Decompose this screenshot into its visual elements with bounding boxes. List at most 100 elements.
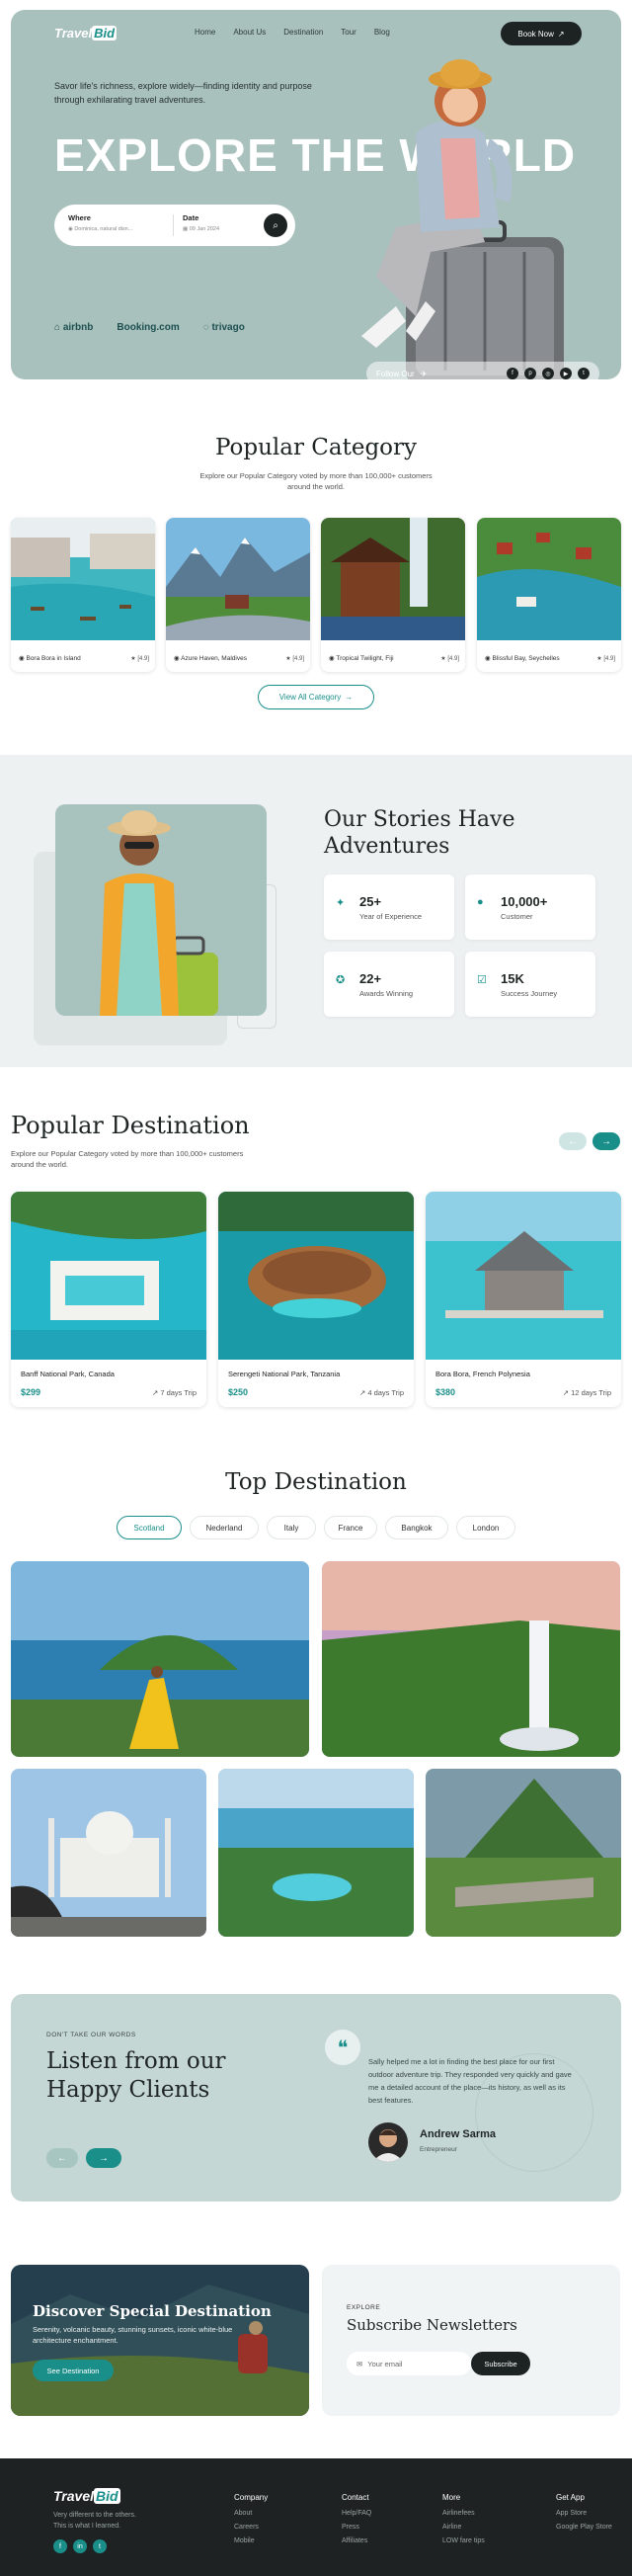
pinterest-icon[interactable]: p	[524, 368, 536, 379]
stat-value: 22+	[359, 971, 382, 986]
stat-label: Year of Experience	[359, 912, 423, 921]
destination-price: $250	[228, 1387, 249, 1397]
gallery-photo[interactable]	[11, 1561, 309, 1757]
nav-item-tour[interactable]: Tour	[341, 28, 356, 37]
see-destination-button[interactable]: See Destination	[33, 2360, 114, 2381]
footer-link[interactable]: App Store	[556, 2507, 612, 2521]
destination-days: ↗ 12 days Trip	[562, 1388, 611, 1397]
category-card[interactable]: ◉ Bora Bora in Island ★ [4.9]	[11, 518, 155, 672]
date-field[interactable]: Date ▦ 09 Jan 2024	[183, 213, 252, 232]
footer-link[interactable]: Affiliates	[342, 2534, 371, 2548]
gallery-photo[interactable]	[322, 1561, 620, 1757]
stat-label: Customer	[501, 912, 533, 921]
subscribe-button[interactable]: Subscribe	[471, 2352, 530, 2375]
gallery-photo[interactable]	[426, 1769, 621, 1937]
category-rating: ★ [4.9]	[285, 656, 304, 662]
main-nav: Home About Us Destination Tour Blog	[195, 28, 390, 37]
stat-value: 15K	[501, 971, 524, 986]
tab-italy[interactable]: Italy	[267, 1516, 316, 1539]
footer-link[interactable]: Mobile	[234, 2534, 268, 2548]
twitter-icon[interactable]: t	[93, 2539, 107, 2553]
email-input[interactable]: ✉ Your email	[347, 2352, 471, 2375]
hero-subtitle: Savor life's richness, explore widely—fi…	[54, 81, 312, 105]
next-button[interactable]: →	[592, 1132, 620, 1150]
stat-label: Awards Winning	[359, 989, 414, 998]
category-name: ◉ Azure Haven, Maldives	[174, 655, 247, 662]
clients-title: Listen from our Happy Clients	[46, 2048, 226, 2103]
twitter-icon[interactable]: t	[578, 368, 590, 379]
island-woman-photo	[11, 1561, 309, 1757]
star-icon: ★	[596, 656, 604, 662]
tab-france[interactable]: France	[324, 1516, 377, 1539]
prev-button[interactable]: ←	[559, 1132, 587, 1150]
next-testimonial-button[interactable]: →	[86, 2148, 121, 2168]
field-divider	[173, 214, 174, 236]
tab-scotland[interactable]: Scotland	[117, 1516, 182, 1539]
footer-heading: Get App	[556, 2493, 585, 2502]
category-image	[321, 518, 465, 640]
footer-link[interactable]: Google Play Store	[556, 2521, 612, 2534]
footer-logo[interactable]: Travel Bid	[53, 2488, 120, 2504]
footer-heading: Company	[234, 2493, 269, 2502]
category-card[interactable]: ◉ Blissful Bay, Seychelles ★ [4.9]	[477, 518, 621, 672]
footer-col-more: More Airlinefees Airline LOW fare tips	[442, 2491, 485, 2548]
date-label: Date	[183, 213, 199, 222]
gallery-photo[interactable]	[218, 1769, 414, 1937]
rocket-icon: ✦	[336, 897, 346, 909]
arrow-right-icon: →	[99, 2152, 109, 2164]
tab-london[interactable]: London	[456, 1516, 515, 1539]
email-placeholder: Your email	[367, 2359, 403, 2368]
logo[interactable]: Travel Bid	[54, 26, 118, 41]
footer-col-contact: Contact Help/FAQ Press Affiliates	[342, 2491, 371, 2548]
follow-label: Follow Our	[376, 369, 415, 378]
stat-card: ● 10,000+ Customer	[465, 874, 595, 940]
people-icon: ●	[477, 896, 484, 908]
discover-text: Serenity, volcanic beauty, stunning suns…	[33, 2325, 233, 2345]
arrow-up-right-icon: ↗	[557, 29, 565, 39]
star-icon: ★	[285, 656, 293, 662]
tab-bangkok[interactable]: Bangkok	[385, 1516, 448, 1539]
destination-image	[11, 1192, 206, 1360]
footer-link[interactable]: Careers	[234, 2521, 268, 2534]
testimonial-quote: Sally helped me a lot in finding the bes…	[368, 2057, 572, 2105]
prev-testimonial-button[interactable]: ←	[46, 2148, 78, 2168]
follow-bar: Follow Our ✈ f p ◎ ▶ t	[366, 362, 599, 379]
footer-link[interactable]: Help/FAQ	[342, 2507, 371, 2521]
view-all-category-button[interactable]: View All Category →	[258, 685, 374, 709]
date-value: ▦ 09 Jan 2024	[183, 226, 220, 232]
machu-picchu-photo	[426, 1769, 621, 1937]
nav-item-blog[interactable]: Blog	[374, 28, 390, 37]
nav-item-home[interactable]: Home	[195, 28, 215, 37]
destination-card[interactable]: Bora Bora, French Polynesia $380 ↗ 12 da…	[426, 1192, 621, 1407]
destination-card[interactable]: Serengeti National Park, Tanzania $250 ↗…	[218, 1192, 414, 1407]
view-all-label: View All Category	[278, 693, 342, 702]
facebook-icon[interactable]: f	[507, 368, 518, 379]
destination-card[interactable]: Banff National Park, Canada $299 ↗ 7 day…	[11, 1192, 206, 1407]
footer-link[interactable]: Press	[342, 2521, 371, 2534]
nav-item-about[interactable]: About Us	[233, 28, 266, 37]
youtube-icon[interactable]: ▶	[560, 368, 572, 379]
gallery-photo[interactable]	[11, 1769, 206, 1937]
trend-icon: ↗	[562, 1388, 572, 1397]
taj-mahal-photo	[11, 1769, 206, 1937]
footer-link[interactable]: LOW fare tips	[442, 2534, 485, 2548]
search-button[interactable]: ⌕	[264, 213, 287, 237]
tab-nederland[interactable]: Nederland	[190, 1516, 259, 1539]
instagram-icon[interactable]: ◎	[542, 368, 554, 379]
airbnb-icon: ⌂	[54, 322, 63, 333]
resort-pool-photo	[218, 1769, 414, 1937]
newsletter-kicker: EXPLORE	[347, 2304, 381, 2311]
where-field[interactable]: Where ◉ Dominica, natural disn...	[68, 213, 167, 232]
category-card[interactable]: ◉ Azure Haven, Maldives ★ [4.9]	[166, 518, 310, 672]
footer-link[interactable]: Airlinefees	[442, 2507, 485, 2521]
footer-link[interactable]: About	[234, 2507, 268, 2521]
linkedin-icon[interactable]: in	[73, 2539, 87, 2553]
traveler-man-photo	[100, 810, 218, 1016]
facebook-icon[interactable]: f	[53, 2539, 67, 2553]
footer-link[interactable]: Airline	[442, 2521, 485, 2534]
stat-label: Success Journey	[501, 989, 558, 998]
footer-tagline: Very different to the others. This is wh…	[53, 2510, 136, 2532]
destination-name: Bora Bora, French Polynesia	[435, 1370, 530, 1378]
nav-item-destination[interactable]: Destination	[283, 28, 323, 37]
category-card[interactable]: ◉ Tropical Twilight, Fiji ★ [4.9]	[321, 518, 465, 672]
